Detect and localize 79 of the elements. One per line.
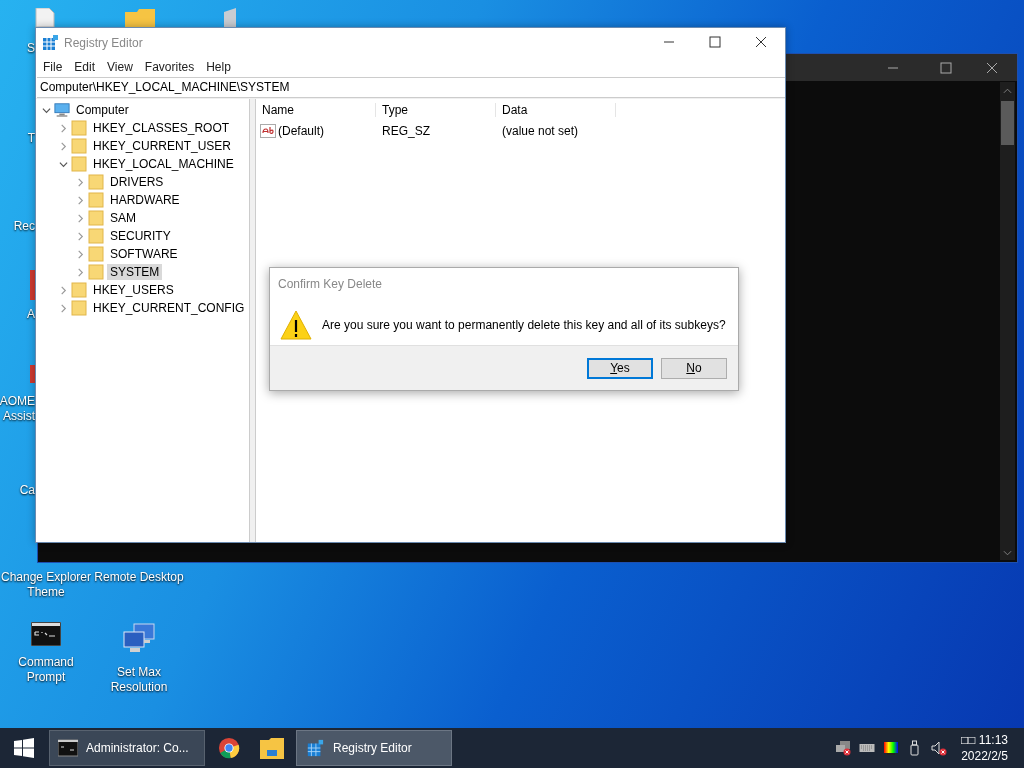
taskbar-button[interactable]: Registry Editor (296, 730, 452, 766)
speaker-muted-icon[interactable] (931, 740, 948, 756)
string-value-icon (260, 123, 276, 139)
tree-item[interactable]: Computer (73, 102, 132, 118)
tree-item[interactable]: SOFTWARE (107, 246, 181, 262)
tree-item[interactable]: HKEY_LOCAL_MACHINE (90, 156, 237, 172)
chevron-down-icon[interactable] (42, 105, 51, 115)
chevron-right-icon[interactable] (76, 213, 85, 223)
value-data: (value not set) (501, 124, 580, 138)
dialog-message: Are you sure you want to permanently delete this key and all of its subkeys? (322, 318, 726, 332)
folder-icon (71, 156, 87, 172)
value-type: REG_SZ (381, 124, 431, 138)
scrollbar-thumb[interactable] (1001, 101, 1014, 145)
address-bar[interactable]: Computer\HKEY_LOCAL_MACHINE\SYSTEM (37, 77, 785, 98)
clock-date[interactable]: 2022/2/5 (961, 748, 1008, 764)
taskbar-label: Administrator: Co... (86, 741, 189, 755)
column-header[interactable]: Type (376, 103, 496, 117)
menu-item[interactable]: Favorites (138, 60, 201, 74)
scrollbar[interactable] (1000, 82, 1015, 560)
folder-icon (88, 192, 104, 208)
browser-icon (217, 737, 241, 759)
taskbar-button[interactable]: Administrator: Co... (49, 730, 205, 766)
tree-item[interactable]: HKEY_CLASSES_ROOT (90, 120, 233, 136)
taskbar-label: Registry Editor (333, 741, 412, 755)
tree-item[interactable]: HKEY_CURRENT_CONFIG (90, 300, 248, 316)
scroll-down-icon[interactable] (1003, 550, 1012, 556)
chevron-right-icon[interactable] (76, 195, 85, 205)
folder-icon (71, 120, 87, 136)
registry-icon (305, 739, 325, 757)
terminal-icon[interactable] (31, 622, 61, 646)
tree-item[interactable]: SECURITY (107, 228, 174, 244)
chevron-right-icon[interactable] (76, 177, 85, 187)
chevron-right-icon[interactable] (59, 303, 68, 313)
chevron-right-icon[interactable] (76, 267, 85, 277)
folder-icon (71, 138, 87, 154)
folder-icon (71, 300, 87, 316)
tree-item[interactable]: SAM (107, 210, 139, 226)
chevron-right-icon[interactable] (76, 249, 85, 259)
maximize-icon[interactable] (940, 62, 952, 74)
tree-item[interactable]: HKEY_CURRENT_USER (90, 138, 235, 154)
tree-item[interactable]: SYSTEM (107, 264, 163, 280)
menu-item[interactable]: Help (200, 60, 237, 74)
chevron-right-icon[interactable] (59, 123, 68, 133)
folder-icon (71, 282, 87, 298)
terminal-icon (58, 739, 78, 757)
maximize-icon[interactable] (709, 36, 721, 48)
column-header[interactable]: Name (256, 103, 376, 117)
menu-item[interactable]: Edit (68, 60, 102, 74)
folder-icon (88, 246, 104, 262)
registry-icon (42, 34, 58, 51)
warning-icon (280, 310, 312, 340)
close-icon[interactable] (755, 36, 767, 48)
value-name[interactable]: (Default) (278, 124, 324, 138)
tree-item[interactable]: DRIVERS (107, 174, 167, 190)
close-icon[interactable] (986, 62, 998, 74)
menu-item[interactable]: File (37, 60, 69, 74)
window-title: Registry Editor (64, 35, 143, 50)
computer-icon (54, 102, 70, 118)
windows-logo-icon[interactable] (14, 738, 34, 758)
menu-item[interactable]: View (101, 60, 139, 74)
scroll-up-icon[interactable] (1003, 88, 1012, 94)
chevron-right-icon[interactable] (59, 285, 68, 295)
clock-time[interactable]: □□ 11:13 (961, 732, 1008, 748)
tree-item[interactable]: HARDWARE (107, 192, 183, 208)
folder-icon (88, 228, 104, 244)
dialog-button[interactable]: No (661, 357, 727, 379)
network-disconnected-icon[interactable] (835, 740, 852, 756)
color-monitor-icon[interactable] (883, 740, 900, 756)
dialog-title: Confirm Key Delete (277, 276, 384, 293)
folder-icon (88, 264, 104, 280)
column-header[interactable]: Data (496, 103, 616, 117)
chevron-right-icon[interactable] (76, 231, 85, 241)
folder-icon (88, 174, 104, 190)
dialog-button[interactable]: Yes (587, 357, 653, 379)
chevron-right-icon[interactable] (59, 141, 68, 151)
folder-icon (88, 210, 104, 226)
chevron-down-icon[interactable] (59, 159, 68, 169)
folder-icon (260, 737, 284, 759)
tree-item[interactable]: HKEY_USERS (90, 282, 177, 298)
